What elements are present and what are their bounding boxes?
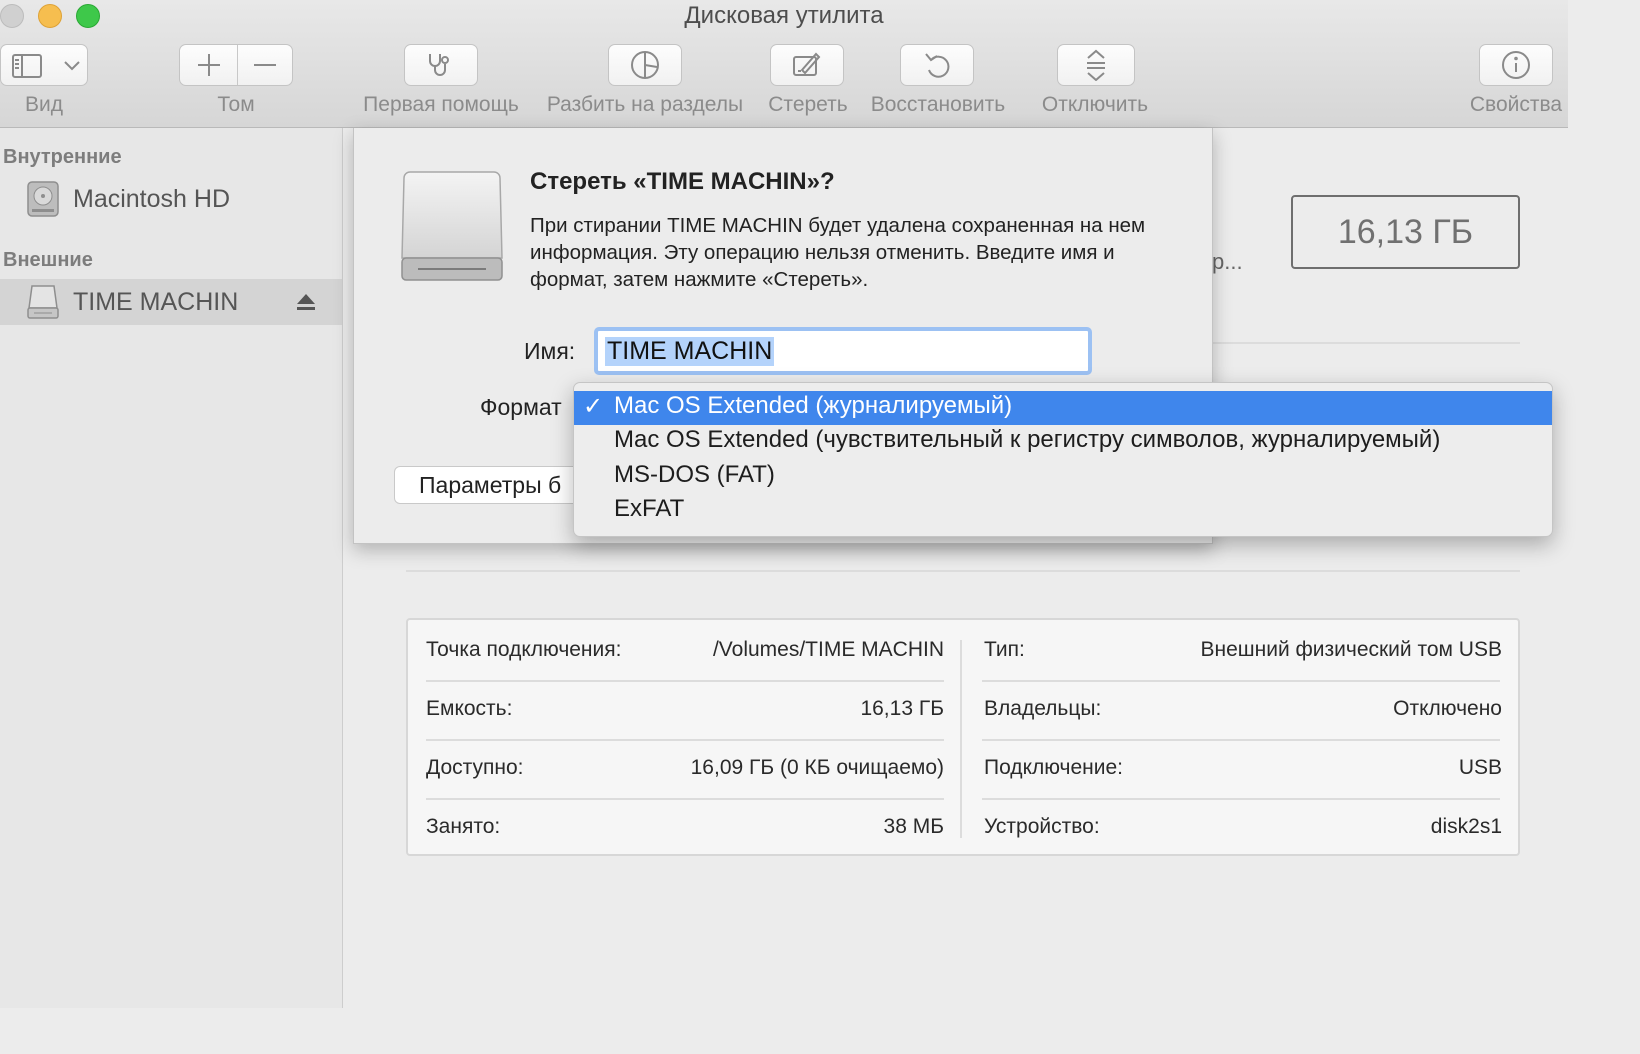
info-row-used: Занято: 38 МБ [426, 815, 944, 845]
info-key: Подключение: [984, 756, 1123, 779]
format-popup-menu: ✓ Mac OS Extended (журналируемый) Mac OS… [573, 382, 1553, 537]
restore-button[interactable] [900, 44, 974, 86]
format-option-mac-os-extended-case-sensitive[interactable]: Mac OS Extended (чувствительный к регист… [574, 425, 1552, 459]
capacity-display: 16,13 ГБ [1291, 195, 1520, 269]
volume-label: Том [217, 93, 255, 116]
remove-volume-button[interactable] [238, 45, 293, 85]
window-title: Дисковая утилита [684, 2, 884, 29]
erase-button[interactable] [770, 44, 844, 86]
info-panel: Точка подключения: /Volumes/TIME MACHIN … [406, 618, 1520, 856]
info-key: Занято: [426, 815, 501, 838]
info-key: Тип: [984, 638, 1025, 661]
sidebar: Внутренние Macintosh HD Внешние TIME MAC… [0, 128, 343, 1008]
security-options-button[interactable]: Параметры б [394, 466, 594, 504]
divider [982, 680, 1500, 682]
chevron-down-icon [64, 61, 80, 71]
sidebar-item-label: TIME MACHIN [73, 287, 239, 316]
partition-button[interactable] [608, 44, 682, 86]
info-value: Внешний физический том USB [1200, 638, 1502, 661]
restore-arrow-icon [925, 53, 950, 78]
unmount-button[interactable] [1057, 44, 1135, 86]
menu-item-label: MS-DOS (FAT) [614, 461, 775, 488]
sidebar-header-external: Внешние [3, 249, 93, 271]
format-option-exfat[interactable]: ExFAT [574, 494, 1552, 528]
format-option-ms-dos-fat[interactable]: MS-DOS (FAT) [574, 460, 1552, 494]
restore-label: Восстановить [870, 93, 1006, 116]
eject-icon[interactable] [296, 293, 316, 311]
info-row-owners: Владельцы: Отключено [984, 697, 1502, 727]
name-input[interactable]: TIME MACHIN [594, 327, 1092, 375]
info-value: 16,09 ГБ (0 КБ очищаемо) [690, 756, 944, 779]
info-key: Владельцы: [984, 697, 1102, 720]
info-icon [1502, 51, 1530, 79]
info-row-connection: Подключение: USB [984, 756, 1502, 786]
partition-label: Разбить на разделы [546, 93, 744, 116]
truncated-description: р... [1212, 249, 1243, 274]
first-aid-label: Первая помощь [363, 93, 519, 116]
erase-label: Стереть [768, 93, 848, 116]
internal-disk-icon [27, 181, 59, 217]
menu-item-label: Mac OS Extended (чувствительный к регист… [614, 426, 1441, 453]
info-key: Устройство: [984, 815, 1100, 838]
info-label: Свойства [1469, 93, 1563, 116]
sidebar-header-internal: Внутренние [3, 146, 122, 168]
plus-icon [198, 54, 220, 76]
stethoscope-icon [429, 54, 449, 76]
security-options-label: Параметры б [419, 472, 562, 498]
divider [1212, 342, 1520, 344]
divider [406, 570, 1520, 572]
external-disk-icon [27, 285, 59, 319]
info-value: /Volumes/TIME MACHIN [712, 638, 944, 661]
menu-item-label: Mac OS Extended (журналируемый) [614, 392, 1013, 419]
external-drive-icon [401, 171, 503, 281]
volume-segmented-control [179, 44, 293, 86]
info-value: 38 МБ [883, 815, 944, 838]
pie-partition-icon [631, 51, 659, 79]
format-field-label: Формат [480, 394, 562, 420]
info-row-type: Тип: Внешний физический том USB [984, 638, 1502, 668]
toolbar: Дисковая утилита Вид Том Первая помощь Р… [0, 0, 1568, 128]
view-button[interactable] [0, 44, 88, 86]
info-button[interactable] [1479, 44, 1553, 86]
checkmark-icon: ✓ [583, 393, 604, 420]
name-input-value: TIME MACHIN [605, 337, 775, 366]
divider [982, 798, 1500, 800]
info-value: 16,13 ГБ [860, 697, 944, 720]
sidebar-item-macintosh-hd[interactable]: Macintosh HD [0, 176, 342, 222]
sidebar-item-time-machin[interactable]: TIME MACHIN [0, 279, 342, 325]
minus-icon [254, 64, 276, 66]
sidebar-toggle-icon [12, 54, 42, 78]
divider [982, 739, 1500, 741]
name-field-label: Имя: [524, 338, 576, 364]
info-row-device: Устройство: disk2s1 [984, 815, 1502, 845]
dialog-title: Стереть «TIME MACHIN»? [530, 168, 835, 195]
format-option-mac-os-extended-journaled[interactable]: ✓ Mac OS Extended (журналируемый) [574, 391, 1552, 425]
info-row-mount-point: Точка подключения: /Volumes/TIME MACHIN [426, 638, 944, 668]
menu-item-label: ExFAT [614, 495, 685, 522]
view-label: Вид [25, 93, 63, 116]
info-row-available: Доступно: 16,09 ГБ (0 КБ очищаемо) [426, 756, 944, 786]
divider [426, 798, 944, 800]
erase-icon [793, 52, 821, 76]
info-row-capacity: Емкость: 16,13 ГБ [426, 697, 944, 727]
info-key: Точка подключения: [426, 638, 622, 661]
unmount-label: Отключить [1041, 93, 1149, 116]
divider [426, 680, 944, 682]
info-value: USB [1458, 756, 1502, 779]
info-key: Емкость: [426, 697, 513, 720]
info-value: Отключено [1393, 697, 1502, 720]
info-value: disk2s1 [1430, 815, 1502, 838]
divider [426, 739, 944, 741]
column-divider [960, 640, 962, 838]
first-aid-button[interactable] [404, 44, 478, 86]
sidebar-item-label: Macintosh HD [73, 184, 230, 213]
unmount-icon [1087, 49, 1105, 81]
info-key: Доступно: [426, 756, 524, 779]
add-volume-button[interactable] [180, 45, 237, 85]
dialog-message: При стирании TIME MACHIN будет удалена с… [530, 214, 1146, 291]
